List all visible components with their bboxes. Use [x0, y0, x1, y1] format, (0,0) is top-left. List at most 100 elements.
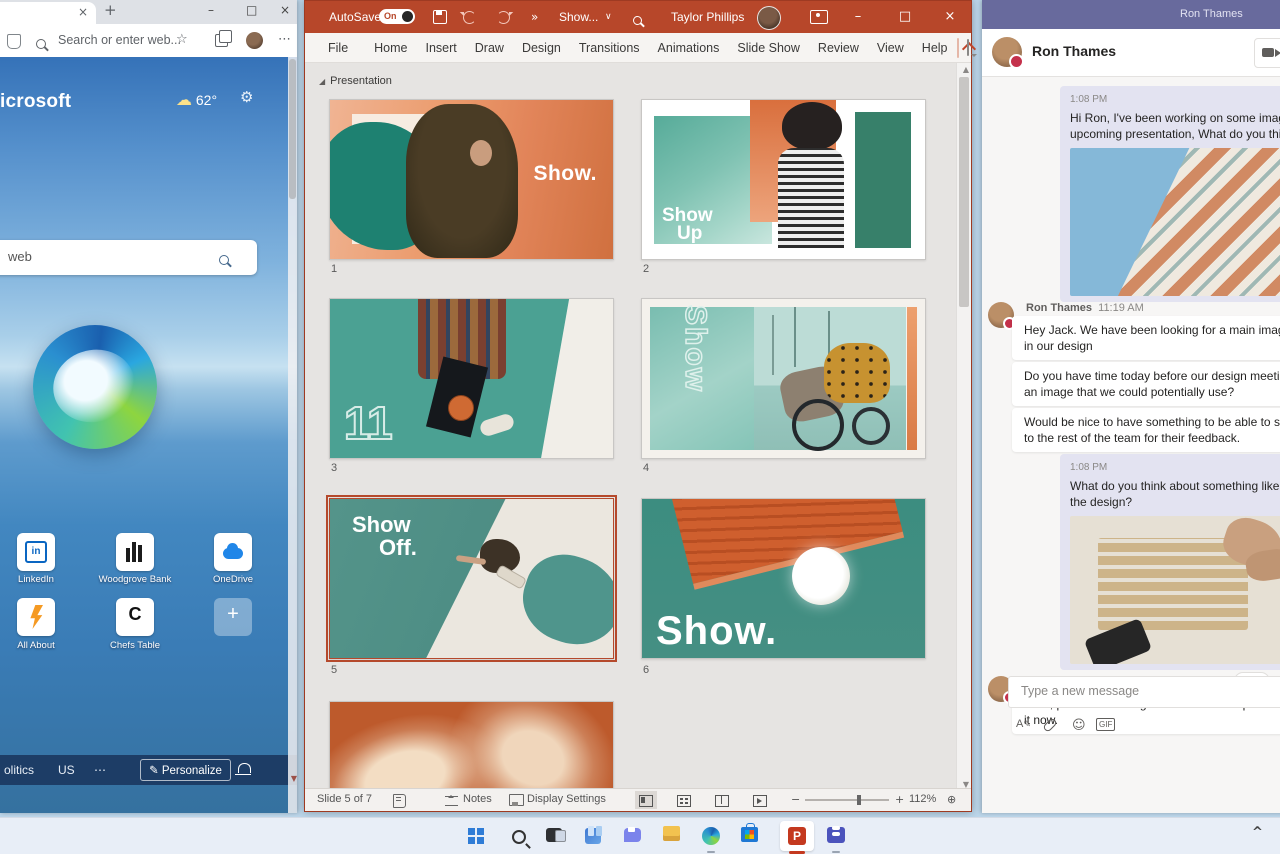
- page-settings-icon[interactable]: ⚙: [240, 88, 253, 106]
- reading-view-button[interactable]: [711, 791, 733, 809]
- format-icon[interactable]: A✎: [1016, 718, 1031, 730]
- attached-image-model[interactable]: [1070, 516, 1280, 664]
- tab-view[interactable]: View: [868, 41, 913, 55]
- tile-all-about[interactable]: [17, 598, 55, 636]
- widgets-icon[interactable]: [585, 823, 611, 849]
- tile-woodgrove-bank[interactable]: [116, 533, 154, 571]
- slide-thumbnail-7[interactable]: [329, 701, 614, 791]
- section-header[interactable]: ◢Presentation: [319, 75, 392, 87]
- sent-message[interactable]: 1:08 PM What do you think about somethin…: [1060, 454, 1280, 670]
- section-collapse-icon[interactable]: ◢: [319, 77, 325, 86]
- scrollbar-thumb[interactable]: [289, 59, 296, 199]
- scroll-down-icon[interactable]: ▼: [291, 774, 297, 783]
- slide-thumbnail-6[interactable]: Show.: [641, 498, 926, 659]
- ppt-minimize-button[interactable]: –: [843, 1, 873, 33]
- tab-home[interactable]: Home: [365, 41, 416, 55]
- collections-icon[interactable]: [215, 34, 228, 47]
- edge-active-tab[interactable]: ×: [0, 2, 96, 24]
- slide-thumbnail-2[interactable]: ShowUp: [641, 99, 926, 260]
- slide-thumbnail-3[interactable]: 11: [329, 298, 614, 459]
- zoom-slider-thumb[interactable]: [857, 795, 861, 805]
- profile-avatar[interactable]: [246, 32, 263, 49]
- zoom-level[interactable]: 112%: [909, 793, 936, 805]
- favorites-icon[interactable]: ☆: [176, 32, 188, 47]
- slide-sorter-view-button[interactable]: [673, 791, 695, 809]
- zoom-slider[interactable]: [805, 799, 889, 801]
- gif-icon[interactable]: GIF: [1096, 718, 1115, 731]
- quick-access-overflow[interactable]: »: [531, 1, 538, 33]
- tab-review[interactable]: Review: [809, 41, 868, 55]
- web-search-box[interactable]: web: [0, 240, 257, 275]
- tab-file[interactable]: File: [319, 41, 357, 55]
- accessibility-icon[interactable]: [393, 794, 406, 808]
- site-info-icon[interactable]: [7, 34, 21, 49]
- user-avatar[interactable]: [757, 6, 781, 30]
- save-icon[interactable]: [433, 10, 447, 24]
- tile-add[interactable]: +: [214, 598, 252, 636]
- close-button[interactable]: ×: [280, 3, 290, 17]
- powerpoint-taskbar-icon-active[interactable]: P: [780, 821, 814, 851]
- ppt-close-button[interactable]: ×: [935, 1, 965, 33]
- personalize-button[interactable]: ✎ Personalize: [140, 759, 231, 781]
- start-button[interactable]: [468, 823, 494, 849]
- scroll-up-icon[interactable]: ▲: [963, 65, 969, 74]
- teams-taskbar-icon[interactable]: [827, 823, 853, 849]
- tab-animations[interactable]: Animations: [649, 41, 729, 55]
- autosave-toggle[interactable]: On: [379, 9, 415, 24]
- ppt-scrollbar[interactable]: ▲ ▼: [956, 63, 971, 791]
- share-icon[interactable]: [957, 38, 959, 58]
- received-message[interactable]: Do you have time today before our design…: [1012, 362, 1280, 406]
- document-title[interactable]: Show...: [559, 1, 598, 33]
- comments-icon[interactable]: [967, 39, 969, 56]
- zoom-in-button[interactable]: +: [895, 793, 904, 806]
- notes-button[interactable]: Notes: [463, 793, 492, 805]
- message-input[interactable]: Type a new message: [1008, 676, 1280, 708]
- tile-onedrive[interactable]: [214, 533, 252, 571]
- undo-icon[interactable]: [463, 11, 476, 24]
- taskbar-search-icon[interactable]: [507, 823, 533, 849]
- tab-transitions[interactable]: Transitions: [570, 41, 649, 55]
- tile-linkedin[interactable]: in: [17, 533, 55, 571]
- attached-image-building[interactable]: [1070, 148, 1280, 296]
- search-submit-icon[interactable]: [219, 252, 229, 270]
- contact-avatar[interactable]: [992, 37, 1022, 67]
- footer-nav-us[interactable]: US: [58, 763, 75, 777]
- address-bar[interactable]: Search or enter web...: [58, 33, 181, 47]
- slide-thumbnail-1[interactable]: Show.: [329, 99, 614, 260]
- redo-icon[interactable]: [497, 11, 510, 24]
- user-name[interactable]: Taylor Phillips: [671, 1, 744, 33]
- ppt-maximize-button[interactable]: □: [890, 1, 920, 33]
- tab-design[interactable]: Design: [513, 41, 570, 55]
- sent-message[interactable]: 1:08 PM Hi Ron, I've been working on som…: [1060, 86, 1280, 302]
- tab-close-icon[interactable]: ×: [78, 5, 88, 19]
- video-call-button[interactable]: [1254, 38, 1280, 68]
- new-tab-button[interactable]: +: [104, 1, 117, 19]
- tab-help[interactable]: Help: [913, 41, 957, 55]
- attach-icon[interactable]: [1046, 718, 1054, 737]
- maximize-button[interactable]: □: [246, 3, 257, 17]
- weather-widget[interactable]: ☁ 62°: [176, 90, 217, 109]
- store-icon[interactable]: [741, 823, 767, 849]
- slide-thumbnail-5-selected[interactable]: ShowOff.: [329, 498, 614, 659]
- present-display-icon[interactable]: [810, 10, 828, 24]
- edge-taskbar-icon[interactable]: [702, 823, 728, 849]
- more-menu-icon[interactable]: ⋯: [278, 32, 292, 47]
- emoji-icon[interactable]: ☺: [1072, 718, 1086, 733]
- received-message[interactable]: Hey Jack. We have been looking for a mai…: [1012, 316, 1280, 360]
- tile-chefs-table[interactable]: C: [116, 598, 154, 636]
- tray-chevron-icon[interactable]: ^: [1252, 825, 1263, 840]
- slide-thumbnail-4[interactable]: Show: [641, 298, 926, 459]
- contact-avatar[interactable]: [988, 302, 1014, 328]
- footer-nav-more[interactable]: ⋯: [94, 763, 106, 777]
- received-message[interactable]: Would be nice to have something to be ab…: [1012, 408, 1280, 452]
- file-explorer-icon[interactable]: [663, 823, 689, 849]
- tab-draw[interactable]: Draw: [466, 41, 513, 55]
- footer-nav-politics[interactable]: olitics: [4, 763, 34, 777]
- normal-view-button[interactable]: [635, 791, 657, 809]
- slideshow-view-button[interactable]: [749, 791, 771, 809]
- tab-insert[interactable]: Insert: [417, 41, 466, 55]
- display-settings-button[interactable]: Display Settings: [527, 793, 606, 805]
- task-view-icon[interactable]: [546, 823, 572, 849]
- ppt-scrollbar-thumb[interactable]: [959, 77, 969, 307]
- minimize-button[interactable]: –: [208, 3, 214, 17]
